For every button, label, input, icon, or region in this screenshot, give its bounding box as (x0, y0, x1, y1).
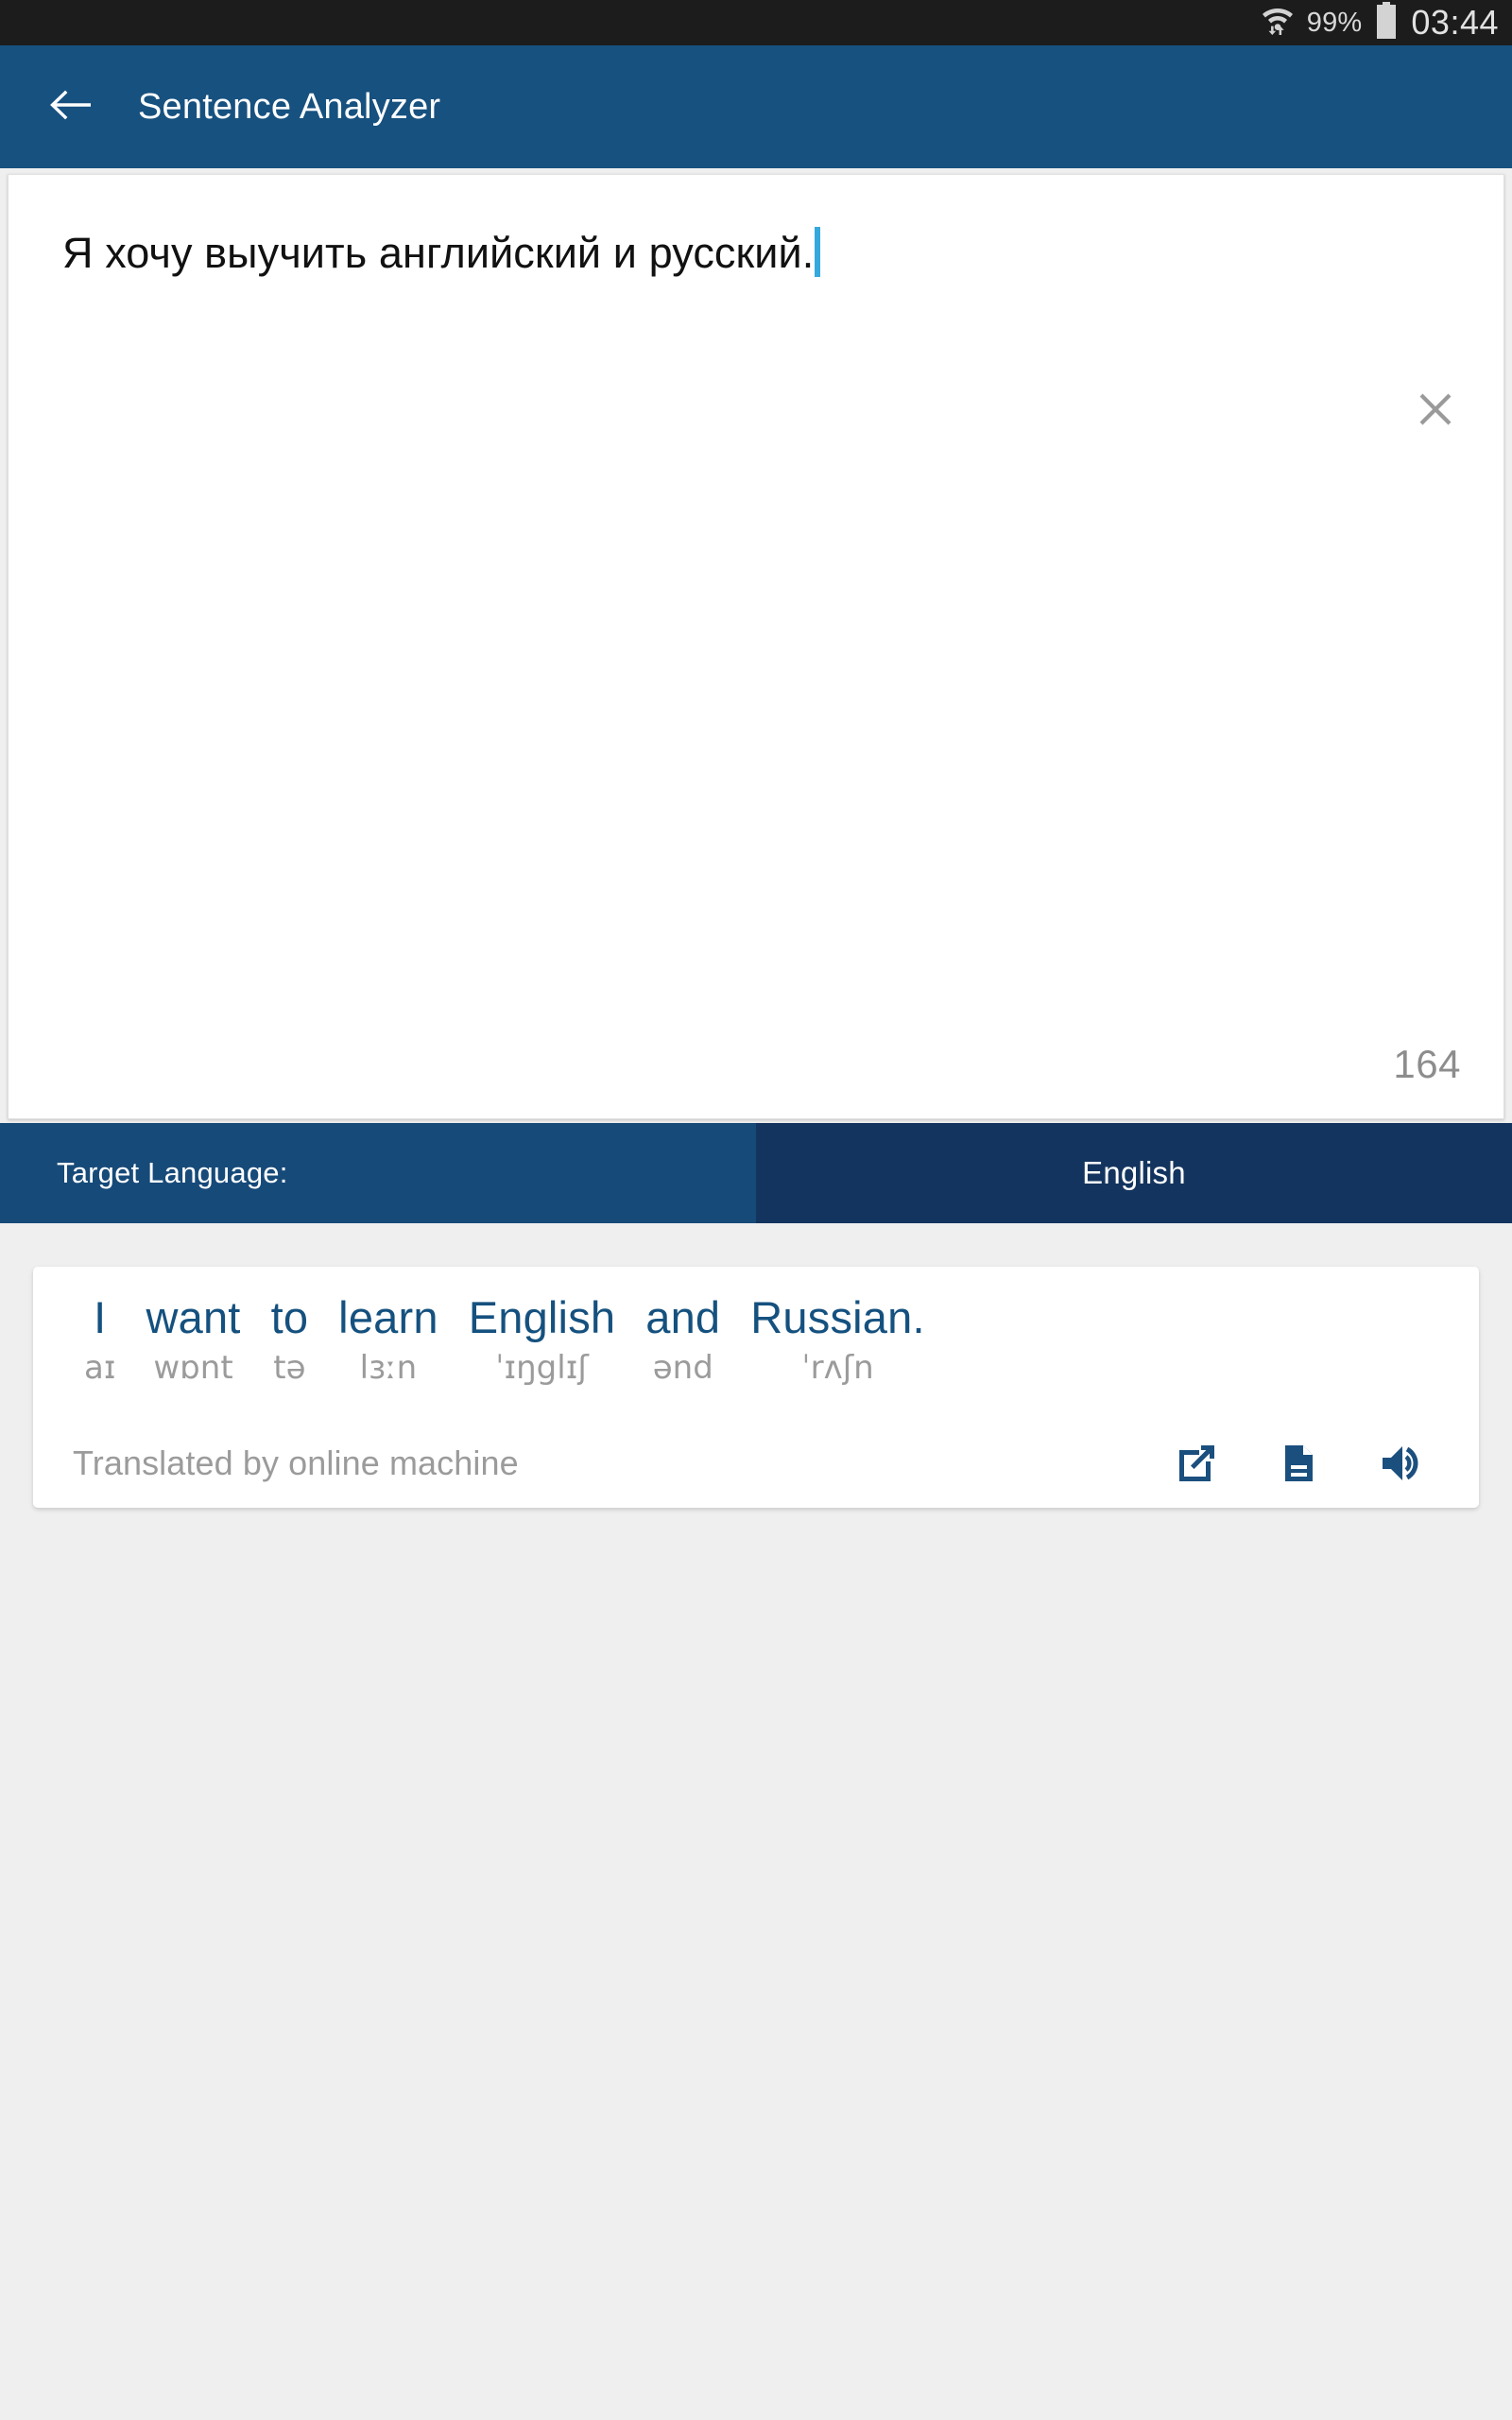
word-unit[interactable]: learn lɜːn (323, 1292, 454, 1387)
word-text: want (146, 1292, 241, 1342)
word-unit[interactable]: to tə (256, 1292, 324, 1387)
result-action-bar (1175, 1442, 1441, 1485)
word-ipa: tə (273, 1348, 306, 1387)
translation-source-note: Translated by online machine (73, 1443, 519, 1483)
result-footer: Translated by online machine (61, 1442, 1451, 1485)
back-arrow-icon[interactable] (49, 88, 93, 127)
open-in-new-icon[interactable] (1175, 1442, 1218, 1485)
document-icon[interactable] (1277, 1442, 1320, 1485)
target-language-label-cell: Target Language: (0, 1123, 756, 1223)
word-ipa: aɪ (84, 1348, 116, 1387)
word-text: Russian. (750, 1292, 925, 1342)
word-unit[interactable]: want wɒnt (130, 1292, 255, 1387)
app-bar: Sentence Analyzer (0, 45, 1512, 168)
word-unit[interactable]: Russian. ˈrʌʃn (735, 1292, 939, 1387)
word-ipa: ənd (652, 1348, 713, 1387)
target-language-value: English (1082, 1155, 1186, 1190)
status-bar: 99% 03:44 (0, 0, 1512, 45)
page-title: Sentence Analyzer (138, 86, 441, 127)
character-counter: 164 (1393, 1042, 1461, 1086)
translation-result-card: I aɪ want wɒnt to tə learn lɜːn English … (33, 1267, 1479, 1509)
word-text: learn (338, 1292, 438, 1342)
clear-input-button[interactable] (1401, 375, 1469, 443)
word-ipa: wɒnt (153, 1348, 233, 1387)
word-unit[interactable]: and ənd (630, 1292, 735, 1387)
word-ipa: ˈrʌʃn (801, 1348, 874, 1387)
sentence-input-row[interactable]: Я хочу выучить английский и русский. (9, 175, 1503, 280)
word-unit[interactable]: I aɪ (69, 1292, 130, 1387)
target-language-selector[interactable]: English (756, 1123, 1512, 1223)
word-ipa: ˈɪŋglɪʃ (495, 1348, 589, 1387)
sentence-input-card[interactable]: Я хочу выучить английский и русский. 164 (8, 174, 1504, 1119)
sentence-input-text[interactable]: Я хочу выучить английский и русский. (62, 227, 814, 280)
word-text: I (94, 1292, 107, 1342)
word-unit[interactable]: English ˈɪŋglɪʃ (454, 1292, 631, 1387)
battery-percent-label: 99% (1306, 7, 1363, 38)
translated-words-row: I aɪ want wɒnt to tə learn lɜːn English … (61, 1292, 1451, 1387)
wifi-icon (1262, 3, 1294, 43)
speaker-icon[interactable] (1379, 1442, 1426, 1485)
target-language-bar: Target Language: English (0, 1123, 1512, 1223)
word-text: to (270, 1292, 309, 1342)
word-text: English (468, 1292, 616, 1342)
target-language-label: Target Language: (57, 1156, 288, 1189)
word-ipa: lɜːn (359, 1348, 418, 1387)
word-text: and (645, 1292, 721, 1342)
status-clock: 03:44 (1411, 3, 1499, 42)
text-caret (815, 227, 821, 277)
battery-icon (1375, 1, 1398, 44)
